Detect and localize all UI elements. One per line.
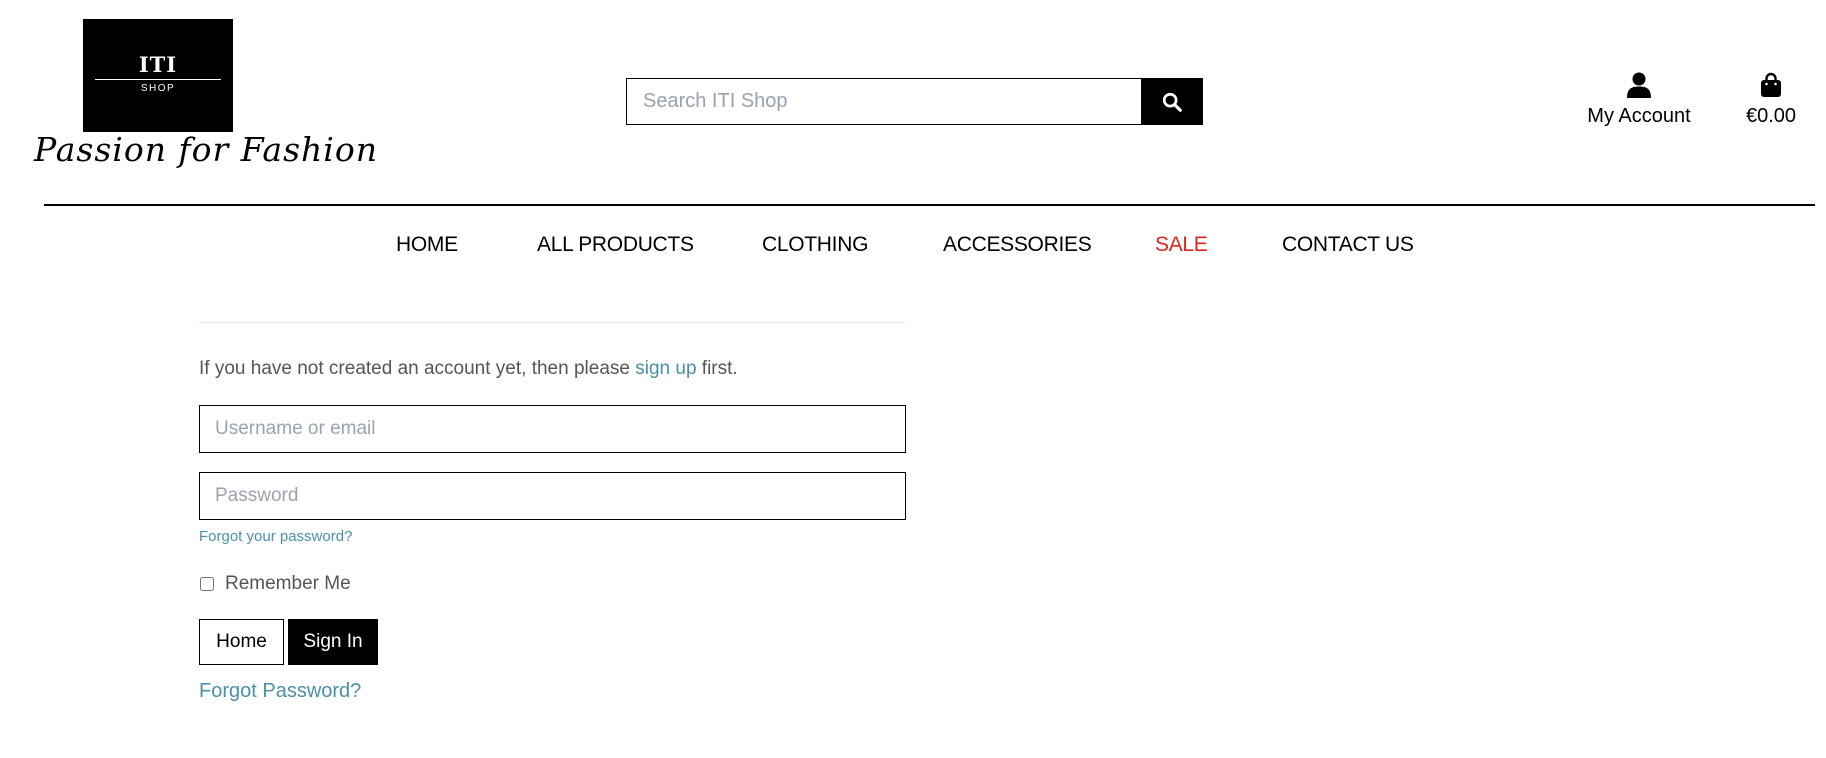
logo-divider <box>95 79 221 80</box>
password-field[interactable] <box>199 472 906 520</box>
home-button[interactable]: Home <box>199 619 284 665</box>
brand-tagline: Passion for Fashion <box>34 130 378 169</box>
my-account-link[interactable]: My Account <box>1580 72 1698 128</box>
remember-me-checkbox[interactable] <box>200 577 214 591</box>
search-button[interactable] <box>1141 78 1203 125</box>
nav-clothing[interactable]: CLOTHING <box>762 233 868 257</box>
forgot-password-link[interactable]: Forgot Password? <box>199 680 361 703</box>
nav-accessories[interactable]: ACCESSORIES <box>943 233 1092 257</box>
signup-prompt-text-after: first. <box>696 358 738 379</box>
signup-prompt: If you have not created an account yet, … <box>199 358 738 380</box>
logo[interactable]: ITI SHOP <box>83 19 233 132</box>
shopping-bag-link[interactable]: €0.00 <box>1740 72 1802 128</box>
content-divider <box>199 322 905 323</box>
nav-sale[interactable]: SALE <box>1155 233 1208 257</box>
sign-in-button[interactable]: Sign In <box>288 619 378 665</box>
header-divider <box>44 204 1815 206</box>
nav-home[interactable]: HOME <box>396 233 458 257</box>
search-input[interactable] <box>626 78 1141 125</box>
logo-title: ITI <box>138 52 178 77</box>
signup-prompt-text-before: If you have not created an account yet, … <box>199 358 636 379</box>
user-icon <box>1627 72 1651 98</box>
shopping-bag-icon <box>1761 72 1781 97</box>
nav-all-products[interactable]: ALL PRODUCTS <box>537 233 694 257</box>
forgot-password-link-small[interactable]: Forgot your password? <box>199 528 352 545</box>
nav-contact-us[interactable]: CONTACT US <box>1282 233 1414 257</box>
bag-total: €0.00 <box>1745 105 1797 127</box>
signup-link[interactable]: sign up <box>635 358 696 379</box>
search-icon <box>1162 92 1182 112</box>
logo-subtitle: SHOP <box>140 83 176 94</box>
my-account-label: My Account <box>1587 105 1691 127</box>
remember-me: Remember Me <box>199 573 351 595</box>
remember-me-label: Remember Me <box>225 573 351 594</box>
username-field[interactable] <box>199 405 906 453</box>
